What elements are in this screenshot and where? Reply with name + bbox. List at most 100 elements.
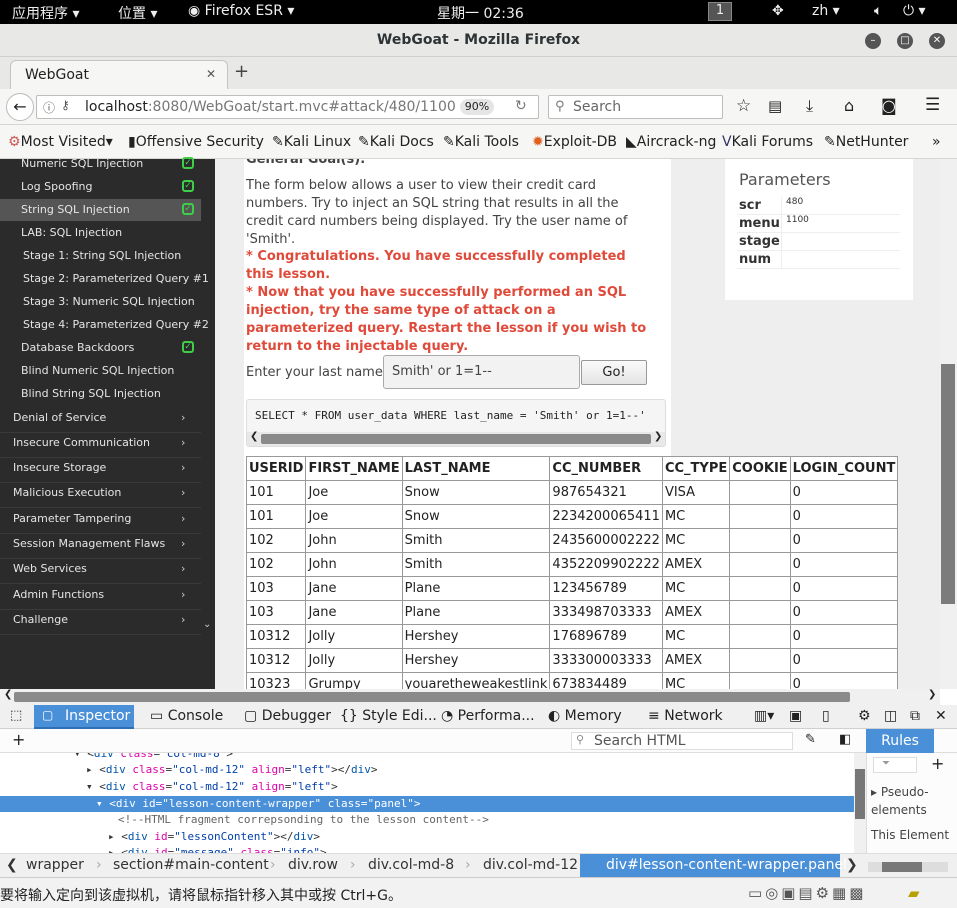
tab-style-editor[interactable]: {} Style Edi... <box>340 708 437 724</box>
filter-icon[interactable]: ⏷ <box>873 757 917 773</box>
html-comment[interactable]: <!--HTML fragment correpsonding to the l… <box>118 813 489 826</box>
sidebar-category[interactable]: Admin Functions › <box>0 586 201 610</box>
sidebar-category[interactable]: Insecure Communication › <box>0 434 201 458</box>
tab-webgoat[interactable]: WebGoat ✕ <box>10 60 228 90</box>
sidebar-item-lesson[interactable]: Stage 1: String SQL Injection <box>0 245 201 267</box>
reading-list-icon[interactable]: ▤ <box>768 97 782 115</box>
sidebar-item-lesson[interactable]: Numeric SQL Injection ✓ <box>0 153 201 175</box>
bookmark-star-icon[interactable]: ☆ <box>736 96 751 116</box>
search-html-input[interactable]: ⚲ Search HTML <box>571 732 793 750</box>
close-tab-icon[interactable]: ✕ <box>206 67 216 81</box>
sidebar-item-lesson[interactable]: Stage 4: Parameterized Query #2 <box>0 314 209 336</box>
sidebar-category[interactable]: Parameter Tampering › <box>0 510 201 534</box>
bookmark-offensive-security[interactable]: ▮Offensive Security <box>128 134 264 150</box>
eyedropper-icon[interactable]: ✎ <box>805 732 816 747</box>
reload-icon[interactable]: ↻ <box>515 98 527 114</box>
people-icon[interactable]: ✥ <box>772 3 784 19</box>
sidebar-item-lesson[interactable]: LAB: SQL Injection <box>0 222 201 244</box>
undock-icon[interactable]: ⧉ <box>910 708 920 724</box>
search-bar[interactable]: ⚲ Search <box>548 95 723 119</box>
page-vertical-scrollbar[interactable] <box>940 159 957 689</box>
bookmarks-overflow-icon[interactable]: » <box>932 134 941 150</box>
page-scroll-right-icon[interactable]: ❯ <box>928 689 936 700</box>
tab-performance[interactable]: ◔ Performa... <box>441 708 535 724</box>
last-name-input[interactable]: Smith' or 1=1-- <box>383 355 580 389</box>
back-arrow-icon[interactable]: ← <box>6 93 34 121</box>
go-button[interactable]: Go! <box>581 360 647 385</box>
sidebar-item-lesson[interactable]: String SQL Injection ✓ <box>0 199 201 221</box>
bookmark-aircrack-ng[interactable]: ◣Aircrack-ng <box>626 134 716 150</box>
zoom-badge[interactable]: 90% <box>460 99 494 115</box>
clock[interactable]: 星期一 02:36 <box>437 3 524 23</box>
sidebar-item-lesson[interactable]: Stage 2: Parameterized Query #1 <box>0 268 209 290</box>
bookmark-kali-forums[interactable]: VKali Forums <box>722 134 813 150</box>
html-line[interactable]: ▾ <div class="col-md-8"> <box>74 753 233 760</box>
sidebar-category[interactable]: Web Services › <box>0 560 201 584</box>
tab-debugger[interactable]: ▢ Debugger <box>244 708 331 724</box>
add-node-icon[interactable]: + <box>12 730 25 749</box>
sidebar-category[interactable]: Challenge › <box>0 611 201 635</box>
pseudo-elements-toggle[interactable]: ▸ Pseudo-elements <box>871 783 955 819</box>
bookmark-exploit-db[interactable]: ✹Exploit-DB <box>532 134 617 150</box>
toggle-sidebar-icon[interactable]: ◧ <box>839 732 851 747</box>
breadcrumb-forward-icon[interactable]: ❯ <box>846 857 858 873</box>
split-console-icon[interactable]: ▥▾ <box>754 708 774 724</box>
tab-rules[interactable]: Rules <box>866 729 934 753</box>
screenshot-icon[interactable]: ▯ <box>822 708 830 724</box>
bookmark-nethunter[interactable]: ✎NetHunter <box>824 134 908 150</box>
bookmark-most-visited[interactable]: ⚙Most Visited▾ <box>8 134 113 150</box>
crumb-main-content[interactable]: section#main-content <box>113 857 269 873</box>
query-horizontal-scrollbar[interactable]: ❮ ❯ <box>247 431 665 446</box>
html-scroll-thumb[interactable] <box>855 769 865 819</box>
page-horizontal-scrollbar[interactable]: ❮ ❯ <box>0 689 940 705</box>
tab-console[interactable]: ▭ Console <box>150 708 223 724</box>
html-tree-scrollbar[interactable] <box>854 753 866 853</box>
applications-menu[interactable]: 应用程序 ▾ <box>12 3 79 23</box>
sidebar-item-lesson[interactable]: Blind Numeric SQL Injection <box>0 360 201 382</box>
html-line-selected[interactable]: ▾ <div id="lesson-content-wrapper" class… <box>96 797 421 810</box>
bookmark-kali-tools[interactable]: ✎Kali Tools <box>443 134 519 150</box>
add-rule-icon[interactable]: + <box>931 754 944 773</box>
sidebar-item-lesson[interactable]: Blind String SQL Injection <box>0 383 201 405</box>
page-h-scroll-thumb[interactable] <box>14 692 850 702</box>
sidebar-scroll-down-icon[interactable]: ⌄ <box>203 619 211 630</box>
crumb-col-md-12[interactable]: div.col-md-12 <box>483 857 578 873</box>
sidebar-category[interactable]: Session Management Flaws › <box>0 535 201 559</box>
crumb-wrapper[interactable]: wrapper <box>26 857 84 873</box>
maximize-icon[interactable]: □ <box>897 33 913 49</box>
scroll-right-icon[interactable]: ❯ <box>654 431 662 442</box>
sidebar-item-lesson[interactable]: Stage 3: Numeric SQL Injection <box>0 291 201 313</box>
pocket-icon[interactable]: ◙ <box>881 96 897 115</box>
tab-inspector[interactable]: ▢ Inspector <box>34 705 134 729</box>
close-devtools-icon[interactable]: ✕ <box>935 708 947 724</box>
page-scroll-thumb[interactable] <box>941 364 955 604</box>
info-icon[interactable]: ⓘ <box>43 99 55 116</box>
sidebar-category[interactable]: Denial of Service › <box>0 409 201 433</box>
notes-icon[interactable]: ▰ <box>908 884 920 902</box>
rules-horizontal-scrollbar[interactable] <box>868 862 948 872</box>
page-scroll-left-icon[interactable]: ❮ <box>4 689 12 700</box>
firefox-menu[interactable]: ◉ Firefox ESR ▾ <box>188 3 294 19</box>
downloads-icon[interactable]: ⤓ <box>806 96 813 116</box>
crumb-selected[interactable]: div#lesson-content-wrapper.panel <box>580 854 847 878</box>
tab-network[interactable]: ≡ Network <box>648 708 723 724</box>
html-line[interactable]: ▾ <div class="col-md-12" align="left"> <box>86 780 338 793</box>
responsive-icon[interactable]: ▣ <box>789 708 802 724</box>
crumb-row[interactable]: div.row <box>288 857 338 873</box>
bookmark-kali-docs[interactable]: ✎Kali Docs <box>358 134 434 150</box>
minimize-icon[interactable]: – <box>865 33 881 49</box>
crumb-col-md-8[interactable]: div.col-md-8 <box>368 857 454 873</box>
html-line[interactable]: ▸ <div class="col-md-12" align="left"></… <box>86 763 377 776</box>
bookmark-kali-linux[interactable]: ✎Kali Linux <box>272 134 351 150</box>
sidebar-item-lesson[interactable]: Database Backdoors ✓ <box>0 337 201 359</box>
workspace-indicator[interactable]: 1 <box>708 2 732 21</box>
dock-icon[interactable]: ◫ <box>884 708 897 724</box>
power-icon[interactable]: ⏻ ▾ <box>903 3 926 19</box>
sidebar-item-lesson[interactable]: Log Spoofing ✓ <box>0 176 201 198</box>
hamburger-menu-icon[interactable]: ☰ <box>925 95 940 115</box>
places-menu[interactable]: 位置 ▾ <box>118 3 157 23</box>
query-scroll-thumb[interactable] <box>261 434 651 444</box>
settings-gear-icon[interactable]: ⚙ <box>858 708 871 724</box>
sidebar-category[interactable]: Malicious Execution › <box>0 484 201 508</box>
tab-memory[interactable]: ◐ Memory <box>548 708 622 724</box>
